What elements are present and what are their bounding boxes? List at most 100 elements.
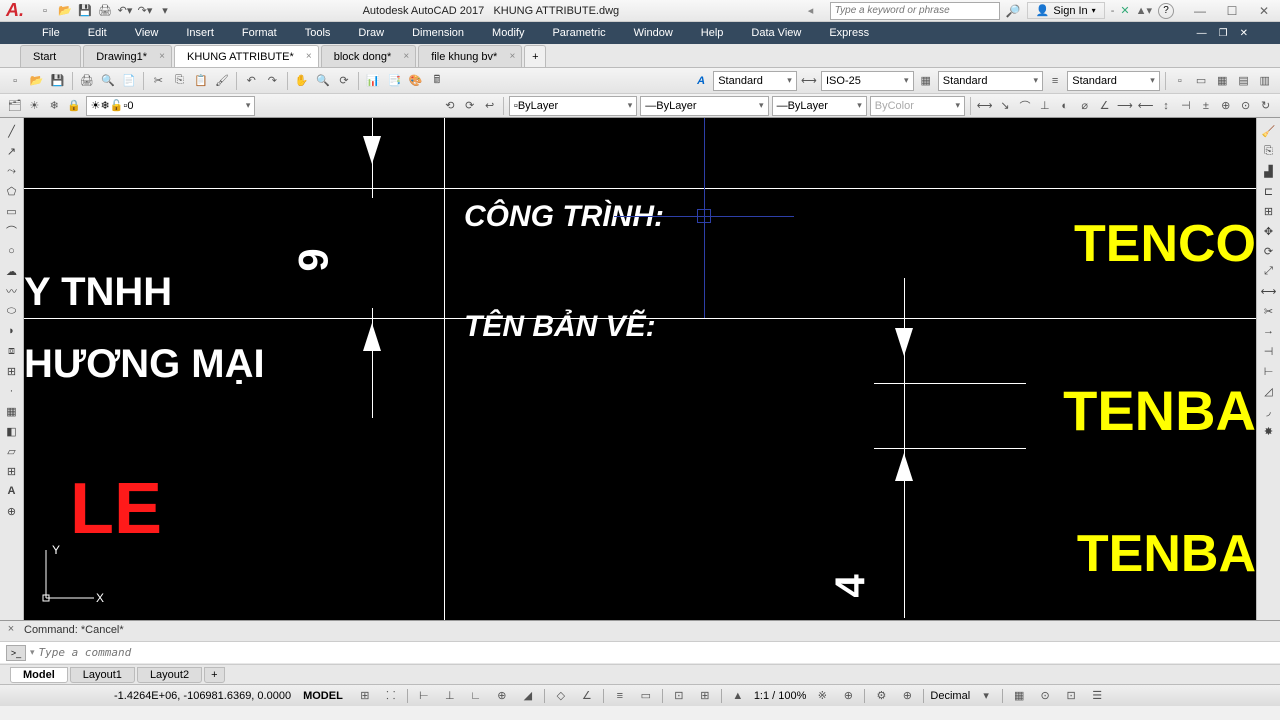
spline-icon[interactable]: 〰 — [2, 282, 22, 300]
tool-palette-icon[interactable]: 🎨 — [407, 71, 425, 91]
app-menu-icon[interactable]: ▲▾ — [1136, 4, 1152, 17]
layout-1[interactable]: Layout1 — [70, 667, 135, 683]
props-icon[interactable]: 📊 — [364, 71, 382, 91]
dim-dia-icon[interactable]: ⌀ — [1076, 96, 1093, 116]
dim-style-combo[interactable]: ISO-25 — [821, 71, 914, 91]
layer-lock-icon[interactable]: 🔒 — [66, 96, 83, 116]
fillet-icon[interactable]: ◞ — [1259, 402, 1279, 420]
insert-icon[interactable]: ⧈ — [2, 342, 22, 360]
table-style-combo[interactable]: Standard — [938, 71, 1043, 91]
ann-auto-icon[interactable]: ⊕ — [838, 687, 858, 705]
paste-icon[interactable]: 📋 — [192, 71, 210, 91]
redo-icon[interactable]: ↷ — [263, 71, 281, 91]
dim-tol-icon[interactable]: ± — [1197, 96, 1214, 116]
region-icon[interactable]: ▱ — [2, 442, 22, 460]
tab-drawing1[interactable]: Drawing1*× — [83, 45, 172, 67]
layer-prev-icon[interactable]: ↩ — [481, 96, 498, 116]
trim-icon[interactable]: ✂ — [1259, 302, 1279, 320]
dim-space-icon[interactable]: ↕ — [1158, 96, 1175, 116]
cmd-close-icon[interactable]: × — [4, 623, 18, 635]
menu-file[interactable]: File — [28, 27, 74, 39]
snap-icon[interactable]: ⸬ — [381, 687, 401, 705]
xline-icon[interactable]: ↗ — [2, 142, 22, 160]
addselected-icon[interactable]: ⊕ — [2, 502, 22, 520]
zoom-icon[interactable]: 🔍 — [314, 71, 332, 91]
add-layout-button[interactable]: + — [204, 667, 224, 683]
block-icon[interactable]: ⊞ — [2, 362, 22, 380]
mon-icon[interactable]: ⊕ — [897, 687, 917, 705]
print-icon[interactable]: 🖨 — [96, 2, 114, 20]
exchange-icon[interactable]: ✕ — [1120, 4, 1129, 17]
dim-break-icon[interactable]: ⊣ — [1177, 96, 1194, 116]
vp4-icon[interactable]: ▤ — [1234, 71, 1252, 91]
menu-tools[interactable]: Tools — [291, 27, 345, 39]
menu-parametric[interactable]: Parametric — [538, 27, 619, 39]
polygon-icon[interactable]: ⬠ — [2, 182, 22, 200]
ellipsearc-icon[interactable]: ◗ — [2, 322, 22, 340]
rotate-icon[interactable]: ⟳ — [1259, 242, 1279, 260]
rectangle-icon[interactable]: ▭ — [2, 202, 22, 220]
extend-icon[interactable]: → — [1259, 322, 1279, 340]
dim-ord-icon[interactable]: ⊥ — [1036, 96, 1053, 116]
match-icon[interactable]: 🖌 — [213, 71, 231, 91]
layer-manager-icon[interactable]: 🗂 — [6, 96, 23, 116]
tab-file-khung[interactable]: file khung bv*× — [418, 45, 522, 67]
menu-insert[interactable]: Insert — [172, 27, 228, 39]
ann-scale-icon[interactable]: ▲ — [728, 687, 748, 705]
scale-icon[interactable]: ⤢ — [1259, 262, 1279, 280]
custom-icon[interactable]: ☰ — [1087, 687, 1107, 705]
mirror-icon[interactable]: ▟ — [1259, 162, 1279, 180]
iso-clean-icon[interactable]: ⊡ — [1061, 687, 1081, 705]
dim-center-icon[interactable]: ⊕ — [1217, 96, 1234, 116]
move-icon[interactable]: ✥ — [1259, 222, 1279, 240]
vp2-icon[interactable]: ▭ — [1192, 71, 1210, 91]
chamfer-icon[interactable]: ◿ — [1259, 382, 1279, 400]
redo-icon[interactable]: ↷▾ — [136, 2, 154, 20]
dim-aligned-icon[interactable]: ↘ — [997, 96, 1014, 116]
tpy-icon[interactable]: ▭ — [636, 687, 656, 705]
layer-match-icon[interactable]: ⟳ — [461, 96, 478, 116]
hatch-icon[interactable]: ▦ — [2, 402, 22, 420]
new-icon[interactable]: ▫ — [6, 71, 24, 91]
layer-sun-icon[interactable]: ☀ — [26, 96, 43, 116]
lwt-icon[interactable]: ≡ — [610, 687, 630, 705]
menu-draw[interactable]: Draw — [344, 27, 398, 39]
cut-icon[interactable]: ✂ — [149, 71, 167, 91]
units-menu-icon[interactable]: ▾ — [976, 687, 996, 705]
polar-icon[interactable]: ⊕ — [492, 687, 512, 705]
dim-style-icon[interactable]: ⟷ — [800, 71, 818, 91]
publish-icon[interactable]: 📄 — [120, 71, 138, 91]
table-style-icon[interactable]: ▦ — [917, 71, 935, 91]
menu-view[interactable]: View — [121, 27, 173, 39]
point-icon[interactable]: · — [2, 382, 22, 400]
tab-block-dong[interactable]: block dong*× — [321, 45, 417, 67]
layout-2[interactable]: Layout2 — [137, 667, 202, 683]
scale-readout[interactable]: 1:1 / 100% — [754, 690, 807, 702]
array-icon[interactable]: ⊞ — [1259, 202, 1279, 220]
polyline-icon[interactable]: ⤳ — [2, 162, 22, 180]
close-icon[interactable]: × — [509, 51, 515, 62]
open-icon[interactable]: 📂 — [27, 71, 45, 91]
otrack-icon[interactable]: ∠ — [577, 687, 597, 705]
circle-icon[interactable]: ○ — [2, 242, 22, 260]
orbit-icon[interactable]: ⟳ — [335, 71, 353, 91]
ml-style-icon[interactable]: ≡ — [1046, 71, 1064, 91]
menu-edit[interactable]: Edit — [74, 27, 121, 39]
search-prev-icon[interactable]: ◂ — [808, 4, 824, 17]
dim-ang-icon[interactable]: ∠ — [1096, 96, 1113, 116]
layer-combo[interactable]: ☀❄🔓▫ 0 — [86, 96, 256, 116]
menu-format[interactable]: Format — [228, 27, 291, 39]
plot-icon[interactable]: 🖨 — [78, 71, 96, 91]
mtext-icon[interactable]: A — [2, 482, 22, 500]
new-tab-button[interactable]: + — [524, 45, 546, 67]
layer-walk-icon[interactable]: ⟲ — [441, 96, 458, 116]
grid-icon[interactable]: ⊞ — [355, 687, 375, 705]
text-style-combo[interactable]: Standard — [713, 71, 797, 91]
dim-base-icon[interactable]: ⟵ — [1137, 96, 1155, 116]
maximize-button[interactable]: ☐ — [1222, 4, 1242, 18]
ortho-icon[interactable]: ∟ — [466, 687, 486, 705]
stretch-icon[interactable]: ⟷ — [1259, 282, 1279, 300]
dyn-icon[interactable]: ⊥ — [440, 687, 460, 705]
search-icon[interactable]: 🔎 — [1006, 4, 1021, 18]
help-icon[interactable]: ? — [1158, 3, 1174, 19]
